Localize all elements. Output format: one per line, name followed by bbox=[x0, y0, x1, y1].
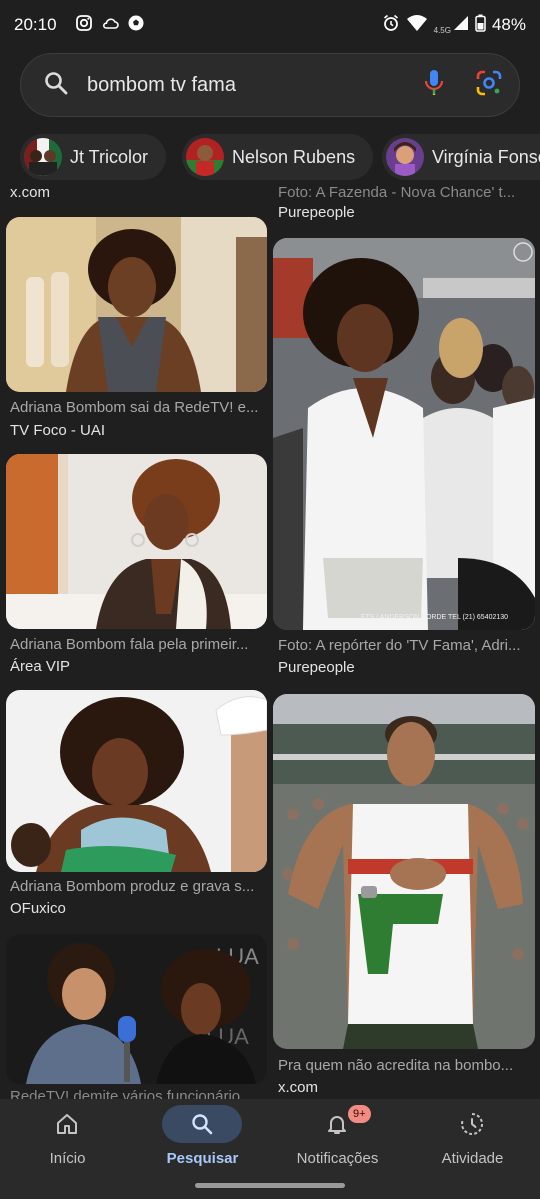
result-source[interactable]: Purepeople bbox=[278, 204, 355, 221]
image-results-grid: x.com Foto: A Fazenda - Nova Chance' t..… bbox=[0, 182, 540, 1099]
network-type: 4.5G bbox=[433, 25, 451, 35]
status-bar: 20:10 4.5G 48% bbox=[0, 0, 540, 50]
chip-avatar bbox=[386, 138, 424, 176]
result-caption: Adriana Bombom fala pela primeir... bbox=[10, 636, 249, 653]
result-image[interactable] bbox=[6, 454, 267, 629]
result-image[interactable] bbox=[6, 690, 267, 872]
result-source[interactable]: TV Foco - UAI bbox=[10, 422, 105, 439]
search-bar[interactable]: bombom tv fama bbox=[20, 53, 520, 117]
signal-icon bbox=[453, 15, 469, 36]
result-image[interactable] bbox=[273, 694, 535, 1049]
result-source[interactable]: Purepeople bbox=[278, 659, 355, 676]
result-source[interactable]: Área VIP bbox=[10, 658, 70, 675]
search-input[interactable]: bombom tv fama bbox=[87, 74, 423, 97]
nav-label: Atividade bbox=[441, 1150, 504, 1167]
lens-icon[interactable] bbox=[475, 69, 503, 102]
soccer-ball-icon bbox=[127, 14, 145, 37]
notification-badge: 9+ bbox=[348, 1105, 371, 1123]
result-source[interactable]: x.com bbox=[278, 1079, 318, 1096]
alarm-icon bbox=[382, 14, 400, 37]
status-time: 20:10 bbox=[14, 15, 57, 34]
result-caption: Adriana Bombom produz e grava s... bbox=[10, 878, 255, 895]
related-search-chips: Jt Tricolor Nelson Rubens Virgínia Fonse bbox=[0, 134, 540, 182]
chip-avatar bbox=[186, 138, 224, 176]
history-icon bbox=[432, 1105, 512, 1143]
chip-label: Virgínia Fonse bbox=[432, 146, 540, 167]
chip-avatar bbox=[24, 138, 62, 176]
result-image[interactable]: LUA LUA bbox=[6, 934, 267, 1084]
result-caption: RedeTV! demite vários funcionário... bbox=[10, 1088, 253, 1099]
chip-jt-tricolor[interactable]: Jt Tricolor bbox=[20, 134, 167, 180]
search-icon bbox=[162, 1105, 242, 1143]
cloud-icon bbox=[101, 14, 119, 37]
chip-label: Jt Tricolor bbox=[70, 146, 149, 167]
nav-activity[interactable]: Atividade bbox=[405, 1099, 540, 1199]
nav-label: Notificações bbox=[296, 1150, 379, 1167]
battery-level: 48% bbox=[491, 15, 526, 34]
microphone-icon[interactable] bbox=[423, 68, 445, 103]
chip-label: Nelson Rubens bbox=[232, 146, 356, 167]
chip-virginia-fonseca[interactable]: Virgínia Fonse bbox=[382, 134, 540, 180]
result-caption: Foto: A repórter do 'TV Fama', Adri... bbox=[278, 637, 521, 654]
result-image[interactable]: FTS / ANDERSON BORDE TEL (21) 65402130 bbox=[273, 238, 535, 630]
result-caption: Foto: A Fazenda - Nova Chance' t... bbox=[278, 184, 516, 198]
result-source[interactable]: x.com bbox=[10, 184, 50, 201]
result-caption: Pra quem não acredita na bombo... bbox=[278, 1057, 514, 1074]
battery-icon bbox=[475, 14, 486, 37]
result-image[interactable] bbox=[6, 217, 267, 392]
nav-label: Início bbox=[49, 1150, 86, 1167]
nav-home[interactable]: Início bbox=[0, 1099, 135, 1199]
instagram-icon bbox=[75, 14, 93, 37]
wifi-icon bbox=[406, 14, 428, 37]
result-source[interactable]: OFuxico bbox=[10, 900, 66, 917]
home-icon bbox=[27, 1105, 107, 1143]
home-gesture-bar[interactable] bbox=[195, 1183, 345, 1188]
nav-label: Pesquisar bbox=[166, 1150, 239, 1167]
photo-watermark: FTS / ANDERSON BORDE TEL (21) 65402130 bbox=[361, 614, 509, 621]
result-caption: Adriana Bombom sai da RedeTV! e... bbox=[10, 399, 259, 416]
chip-nelson-rubens[interactable]: Nelson Rubens bbox=[182, 134, 374, 180]
search-icon[interactable] bbox=[43, 70, 69, 101]
